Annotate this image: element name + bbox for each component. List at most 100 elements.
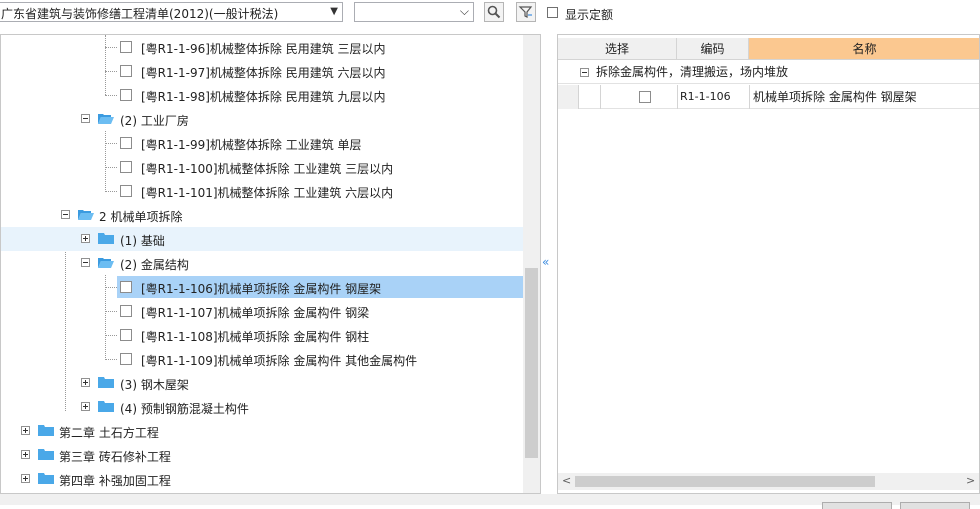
folder-icon	[38, 449, 54, 460]
tree-folder-steel-wood-truss[interactable]: (3) 钢木屋架	[1, 371, 523, 395]
expand-toggle[interactable]	[21, 426, 30, 435]
tree-item-quota[interactable]: [粤R1-1-107]机械单项拆除 金属构件 钢梁	[1, 299, 523, 323]
search-button[interactable]	[484, 2, 504, 22]
show-quota-checkbox[interactable]	[547, 7, 558, 18]
tree-folder-metal-structure[interactable]: (2) 金属结构	[1, 251, 523, 275]
show-quota-label: 显示定额	[565, 8, 614, 22]
expand-toggle[interactable]	[21, 474, 30, 483]
item-checkbox[interactable]	[120, 89, 132, 101]
expand-toggle[interactable]	[81, 378, 90, 387]
collapse-toggle[interactable]	[81, 114, 90, 123]
folder-icon	[38, 425, 54, 436]
tree-folder-precast-concrete[interactable]: (4) 预制钢筋混凝土构件	[1, 395, 523, 419]
tree-chapter-2[interactable]: 第二章 土石方工程	[1, 419, 523, 443]
tree-item-label: [粤R1-1-99]机械整体拆除 工业建筑 单层	[141, 138, 362, 152]
tree-folder-mechanical-single[interactable]: 2 机械单项拆除	[1, 203, 523, 227]
quota-library-select[interactable]: 广东省建筑与装饰修缮工程清单(2012)(一般计税法) ▼	[0, 2, 343, 22]
collapse-toggle[interactable]	[81, 258, 90, 267]
row-select-checkbox[interactable]	[639, 91, 651, 103]
tree-item-label: 第二章 土石方工程	[59, 426, 159, 440]
item-checkbox[interactable]	[120, 65, 132, 77]
expand-toggle[interactable]	[81, 234, 90, 243]
search-input[interactable]: ⌵	[354, 2, 474, 22]
tree-vertical-scrollbar[interactable]	[523, 35, 540, 493]
tree-item-quota[interactable]: [粤R1-1-97]机械整体拆除 民用建筑 六层以内	[1, 59, 523, 83]
row-indicator	[558, 85, 579, 109]
tree-item-label: [粤R1-1-98]机械整体拆除 民用建筑 九层以内	[141, 90, 386, 104]
item-checkbox[interactable]	[120, 161, 132, 173]
folder-icon	[98, 401, 114, 412]
tree-item-quota[interactable]: [粤R1-1-99]机械整体拆除 工业建筑 单层	[1, 131, 523, 155]
quota-code: R1-1-106	[680, 90, 731, 103]
tree-chapter-3[interactable]: 第三章 砖石修补工程	[1, 443, 523, 467]
chapter-tree[interactable]: [粤R1-1-96]机械整体拆除 民用建筑 三层以内 [粤R1-1-97]机械整…	[0, 34, 541, 494]
tree-item-label: [粤R1-1-109]机械单项拆除 金属构件 其他金属构件	[141, 354, 418, 368]
folder-open-icon	[98, 258, 114, 268]
tree-item-label: 第四章 补强加固工程	[59, 474, 171, 488]
collapse-toggle[interactable]	[580, 68, 589, 77]
tree-item-label: (3) 钢木屋架	[120, 378, 189, 392]
tree-item-label: [粤R1-1-101]机械整体拆除 工业建筑 六层以内	[141, 186, 394, 200]
tree-item-label: [粤R1-1-97]机械整体拆除 民用建筑 六层以内	[141, 66, 386, 80]
item-checkbox[interactable]	[120, 185, 132, 197]
scrollbar-thumb[interactable]	[575, 476, 875, 487]
item-checkbox[interactable]	[120, 305, 132, 317]
group-label: 拆除金属构件，清理搬运，场内堆放	[596, 65, 789, 79]
tree-item-label: [粤R1-1-96]机械整体拆除 民用建筑 三层以内	[141, 42, 386, 56]
tree-item-label: (2) 工业厂房	[120, 114, 189, 128]
quota-library-value: 广东省建筑与装饰修缮工程清单(2012)(一般计税法)	[1, 7, 279, 21]
tree-item-label: 第三章 砖石修补工程	[59, 450, 171, 464]
quota-name: 机械单项拆除 金属构件 钢屋架	[753, 90, 917, 104]
table-row[interactable]: R1-1-106 机械单项拆除 金属构件 钢屋架	[558, 85, 979, 109]
tree-item-label: (4) 预制钢筋混凝土构件	[120, 402, 249, 416]
tree-item-quota-selected[interactable]: [粤R1-1-106]机械单项拆除 金属构件 钢屋架	[1, 275, 523, 299]
tree-item-label: [粤R1-1-108]机械单项拆除 金属构件 钢柱	[141, 330, 370, 344]
expand-toggle[interactable]	[81, 402, 90, 411]
folder-icon	[98, 377, 114, 388]
scroll-right-icon[interactable]: >	[966, 474, 975, 487]
tree-item-quota[interactable]: [粤R1-1-101]机械整体拆除 工业建筑 六层以内	[1, 179, 523, 203]
tree-item-quota[interactable]: [粤R1-1-100]机械整体拆除 工业建筑 三层以内	[1, 155, 523, 179]
toolbar: 广东省建筑与装饰修缮工程清单(2012)(一般计税法) ▼ ⌵ 显示定额	[0, 0, 980, 28]
item-checkbox[interactable]	[120, 281, 132, 293]
dialog-button[interactable]	[900, 502, 970, 509]
group-row[interactable]: 拆除金属构件，清理搬运，场内堆放	[558, 60, 979, 84]
search-icon	[487, 5, 501, 19]
item-checkbox[interactable]	[120, 329, 132, 341]
tree-item-quota[interactable]: [粤R1-1-108]机械单项拆除 金属构件 钢柱	[1, 323, 523, 347]
tree-item-quota[interactable]: [粤R1-1-96]机械整体拆除 民用建筑 三层以内	[1, 35, 523, 59]
item-checkbox[interactable]	[120, 137, 132, 149]
folder-open-icon	[78, 210, 94, 220]
column-header-select[interactable]: 选择	[558, 38, 677, 60]
tree-item-label: [粤R1-1-107]机械单项拆除 金属构件 钢梁	[141, 306, 370, 320]
tree-chapter-4[interactable]: 第四章 补强加固工程	[1, 467, 523, 491]
grid-horizontal-scrollbar[interactable]: < >	[558, 473, 979, 490]
item-checkbox[interactable]	[120, 353, 132, 365]
cell-divider	[677, 85, 678, 109]
collapse-toggle[interactable]	[61, 210, 70, 219]
tree-item-label: (2) 金属结构	[120, 258, 189, 272]
tree-item-quota[interactable]: [粤R1-1-109]机械单项拆除 金属构件 其他金属构件	[1, 347, 523, 371]
filter-icon	[518, 6, 533, 18]
column-header-code[interactable]: 编码	[677, 38, 749, 60]
folder-open-icon	[98, 114, 114, 124]
expand-toggle[interactable]	[21, 450, 30, 459]
tree-item-label: 2 机械单项拆除	[99, 210, 183, 224]
tree-folder-industrial[interactable]: (2) 工业厂房	[1, 107, 523, 131]
scrollbar-thumb[interactable]	[525, 268, 538, 458]
tree-item-label: [粤R1-1-100]机械整体拆除 工业建筑 三层以内	[141, 162, 394, 176]
cell-divider	[749, 85, 750, 109]
scroll-left-icon[interactable]: <	[562, 474, 571, 487]
quota-grid[interactable]: 选择 编码 名称 拆除金属构件，清理搬运，场内堆放 R1-1-106 机械单项拆…	[557, 34, 980, 494]
filter-button[interactable]	[516, 2, 536, 22]
status-strip	[0, 494, 980, 509]
folder-icon	[98, 233, 114, 244]
dialog-button[interactable]	[822, 502, 892, 509]
collapse-panel-icon[interactable]: «	[542, 255, 549, 269]
tree-folder-foundation[interactable]: (1) 基础	[1, 227, 523, 251]
column-header-name[interactable]: 名称	[749, 38, 979, 60]
item-checkbox[interactable]	[120, 41, 132, 53]
tree-item-label: (1) 基础	[120, 234, 165, 248]
chevron-down-icon: ⌵	[459, 4, 469, 18]
tree-item-quota[interactable]: [粤R1-1-98]机械整体拆除 民用建筑 九层以内	[1, 83, 523, 107]
